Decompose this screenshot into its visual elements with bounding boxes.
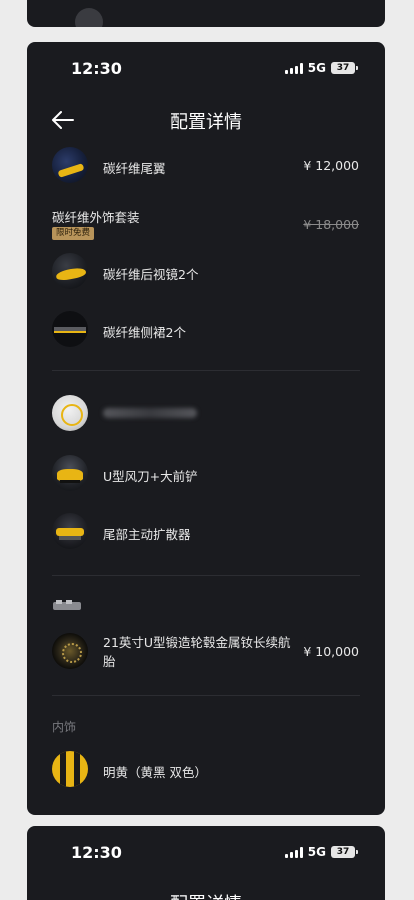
free-badge: 限时免费 [52,227,95,240]
item-thumbnail [52,147,88,183]
item-name: 碳纤维外饰套装 [52,210,140,225]
item-thumbnail [52,455,88,491]
item-name: 尾部主动扩散器 [103,527,191,542]
status-bar: 12:30 5G 37 [27,826,385,876]
list-item: 碳纤维尾翼 ¥ 12,000 [27,146,385,186]
item-price: ¥ 12,000 [303,158,359,173]
list-item: 明黄（黄黑 双色） [27,750,385,790]
color-swatch [52,751,88,787]
page-title: 配置详情 [170,112,242,133]
item-original-price: ¥ 18,000 [303,217,359,232]
previous-screen-card [27,0,385,27]
list-item: 21英寸U型锻造轮毂金属钕长续航胎 ¥ 10,000 [27,630,385,674]
page-title: 配置详情 [27,890,385,900]
item-name: 碳纤维尾翼 [103,161,166,176]
config-details-screen: 12:30 5G 37 配置详情 碳纤维尾翼 ¥ 12,000 碳纤维外饰套装 … [27,42,385,815]
item-name: U型风刀+大前铲 [103,469,198,484]
list-item: 尾部主动扩散器 [27,512,385,552]
item-price: ¥ 10,000 [303,644,359,659]
section-label-interior: 内饰 [52,720,77,734]
list-item: U型风刀+大前铲 [27,454,385,494]
network-type: 5G [307,61,326,75]
battery-icon: 37 [331,846,358,858]
item-name: 碳纤维侧裙2个 [103,325,186,340]
item-thumbnail [52,513,88,549]
item-thumbnail [75,8,103,27]
item-thumbnail [52,633,88,669]
section-divider [52,695,360,696]
list-item: 碳纤维后视镜2个 [27,252,385,292]
signal-icon [284,62,303,74]
status-time: 12:30 [71,843,122,862]
item-name: 明黄（黄黑 双色） [103,765,207,780]
network-type: 5G [307,845,326,859]
status-bar: 12:30 5G 37 [27,42,385,92]
section-divider [52,575,360,576]
item-thumbnail [52,395,88,431]
nav-bar: 配置详情 [27,104,385,136]
status-time: 12:30 [71,59,122,78]
blurred-item-name [103,408,197,418]
signal-icon [284,846,303,858]
next-screen-card: 12:30 5G 37 配置详情 [27,826,385,900]
item-thumbnail [52,311,88,347]
list-item: 碳纤维侧裙2个 [27,310,385,350]
wheel-brand-logo-icon [53,600,81,610]
item-thumbnail [52,253,88,289]
battery-icon: 37 [331,62,358,74]
item-name: 碳纤维后视镜2个 [103,267,199,282]
item-name: 21英寸U型锻造轮毂金属钕长续航胎 [103,635,291,669]
section-divider [52,370,360,371]
list-item: 碳纤维外饰套装 限时免费 ¥ 18,000 [27,202,385,242]
list-item [27,394,385,434]
